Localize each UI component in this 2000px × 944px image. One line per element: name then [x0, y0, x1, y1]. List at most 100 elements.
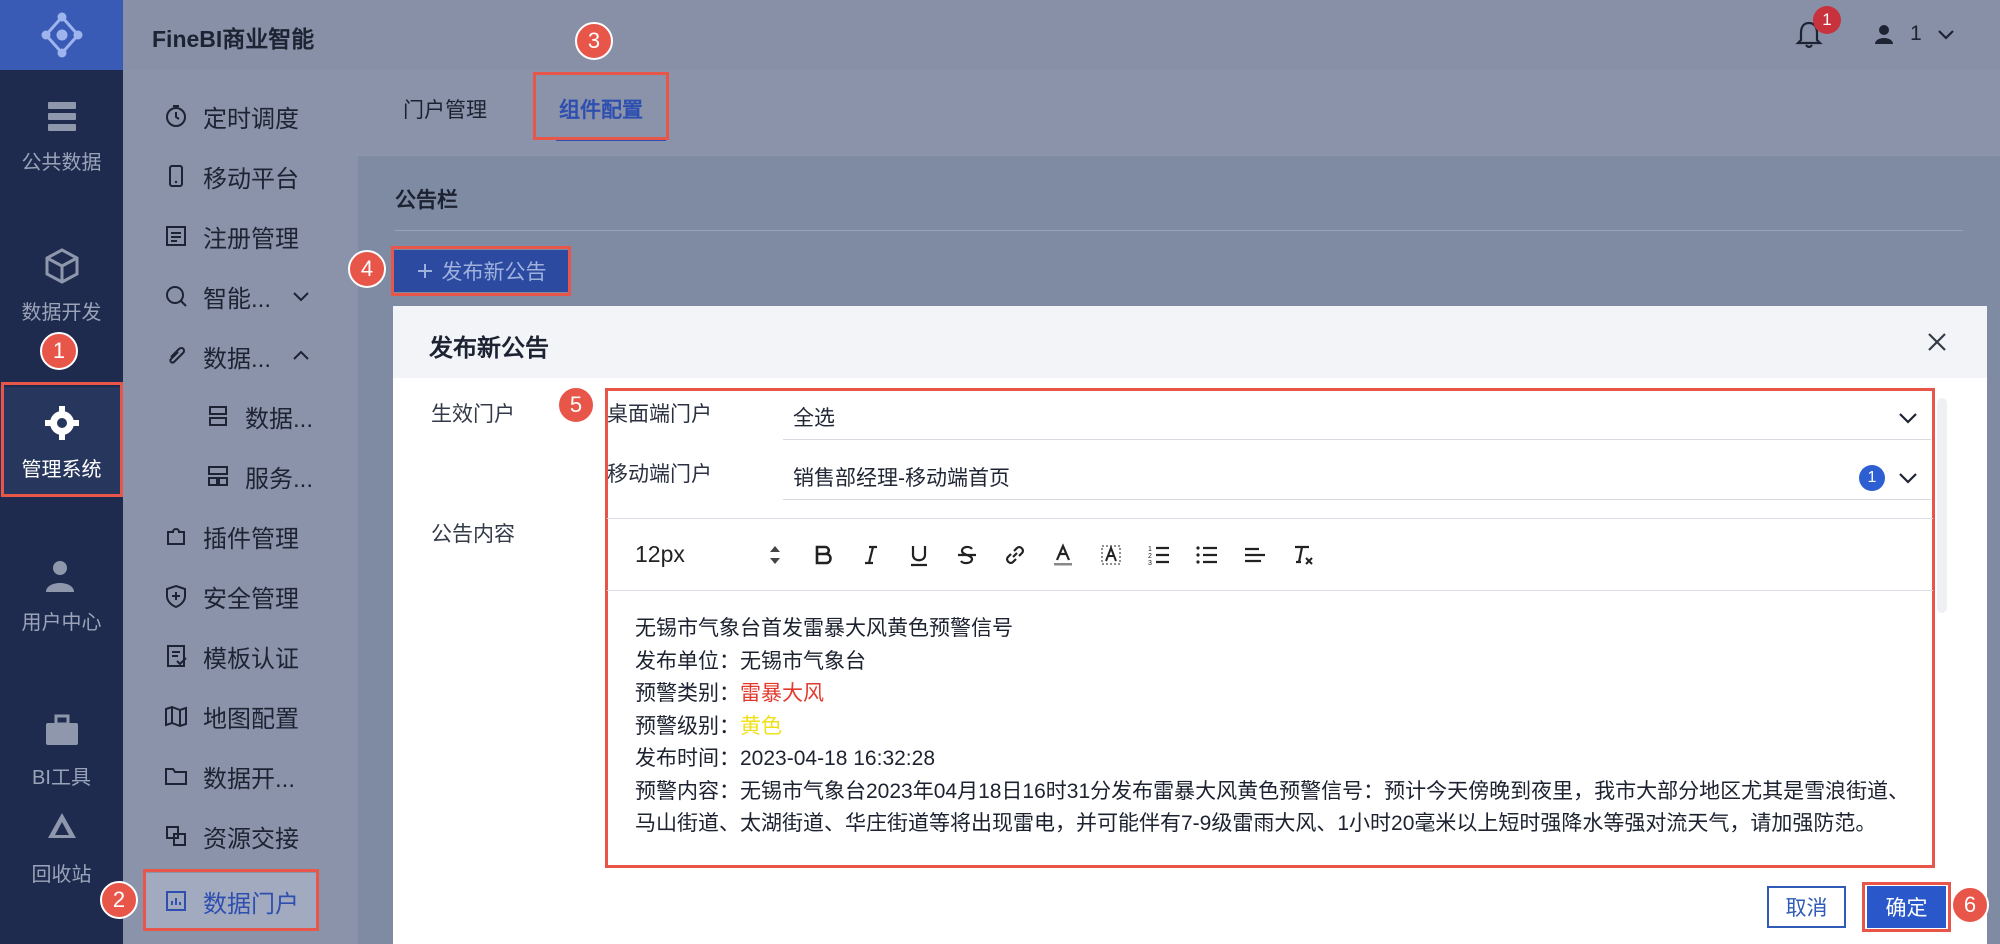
svg-text:1: 1 [1148, 546, 1152, 553]
callout-5: 5 [557, 386, 595, 424]
mobile-portal-select[interactable]: 销售部经理-移动端首页 1 [783, 454, 1931, 500]
sidebar-item-label: 模板认证 [203, 645, 299, 673]
form-scrollbar[interactable] [1937, 398, 1947, 613]
toolbox-icon [45, 714, 78, 745]
logo-icon [41, 12, 82, 58]
user-name: 1 [1910, 22, 1922, 45]
transfer-icon [166, 826, 186, 846]
rail-item-recycle[interactable]: 回收站 [0, 792, 123, 902]
unit-value: 无锡市气象台 [740, 649, 866, 673]
sidebar-item-label: 插件管理 [203, 525, 299, 553]
highlight-admin-system [1, 382, 123, 497]
level-label: 预警级别： [635, 714, 740, 738]
sidebar-item-data-open[interactable]: 数据开... [163, 756, 295, 796]
sidebar-item-mobile[interactable]: 移动平台 [163, 156, 299, 196]
sidebar-subitem-database[interactable]: 数据... [205, 396, 313, 436]
link-button[interactable] [999, 539, 1031, 571]
user-icon [45, 560, 74, 592]
sidebar [123, 70, 358, 944]
sidebar-item-template-cert[interactable]: 模板认证 [163, 636, 299, 676]
level-value: 黄色 [740, 714, 782, 738]
callout-3: 3 [575, 22, 613, 60]
sidebar-item-label: 服务... [245, 465, 314, 493]
strikethrough-button[interactable] [951, 539, 983, 571]
user-avatar-icon [1875, 25, 1893, 44]
type-value: 雷暴大风 [740, 682, 824, 705]
section-divider [395, 230, 1963, 231]
chevron-down-icon [293, 292, 309, 302]
clear-format-icon [1295, 545, 1313, 565]
font-size-stepper-icon[interactable] [767, 543, 783, 567]
italic-button[interactable] [855, 539, 887, 571]
time-label: 发布时间： [635, 747, 740, 770]
cancel-button[interactable]: 取消 [1767, 886, 1846, 928]
phone-icon [169, 165, 183, 187]
bullet-list-button[interactable] [1191, 539, 1223, 571]
app-title: FineBI商业智能 [152, 26, 315, 52]
effective-portal-label: 生效门户 [431, 403, 515, 426]
sidebar-item-label: 定时调度 [203, 105, 299, 133]
tab-portal-management[interactable]: 门户管理 [403, 94, 487, 124]
background-color-button[interactable] [1095, 539, 1127, 571]
sidebar-item-label: 安全管理 [203, 585, 299, 613]
link-icon [1006, 546, 1024, 564]
clear-format-button[interactable] [1287, 539, 1319, 571]
sidebar-item-resource-transfer[interactable]: 资源交接 [163, 816, 299, 856]
service-icon [208, 466, 228, 486]
detail-value: 无锡市气象台2023年04月18日16时31分发布雷暴大风黄色预警信号：预计今天… [635, 779, 1910, 836]
rail-item-public-data[interactable]: 公共数据 [0, 80, 123, 190]
font-color-button[interactable] [1047, 539, 1079, 571]
callout-4: 4 [348, 250, 386, 288]
sidebar-item-register[interactable]: 注册管理 [163, 216, 299, 256]
bold-button[interactable] [807, 539, 839, 571]
rail-item-label: 回收站 [31, 863, 92, 886]
sidebar-item-label: 智能... [203, 285, 272, 313]
sidebar-item-schedule[interactable]: 定时调度 [163, 96, 299, 136]
sidebar-subitem-service[interactable]: 服务... [205, 456, 313, 496]
rich-text-editor[interactable]: 12px 123 无锡市气象台首发雷暴大风黄色预警信号 发布单位：无锡市气象台 … [607, 518, 1933, 866]
editor-toolbar: 12px 123 [607, 519, 1933, 591]
dialog-title: 发布新公告 [429, 335, 549, 362]
underline-icon [911, 546, 927, 567]
bulletin-section-title: 公告栏 [395, 189, 458, 212]
font-size-value[interactable]: 12px [635, 541, 685, 568]
sidebar-item-map[interactable]: 地图配置 [163, 696, 299, 736]
italic-icon [865, 545, 877, 565]
rail-item-user-center[interactable]: 用户中心 [0, 540, 123, 650]
rail-item-label: 数据开发 [21, 301, 102, 324]
ordered-list-button[interactable]: 123 [1143, 539, 1175, 571]
callout-2: 2 [100, 881, 138, 919]
content-level-line: 预警级别：黄色 [635, 711, 1925, 744]
clip-icon [169, 346, 186, 364]
chevron-down-icon [1937, 30, 1954, 40]
sidebar-item-data-connect[interactable]: 数据... [163, 336, 311, 376]
rail-item-bi-tools[interactable]: BI工具 [0, 695, 123, 805]
highlight-publish-button [391, 246, 571, 296]
align-button[interactable] [1239, 539, 1271, 571]
cert-icon [167, 645, 187, 667]
type-label: 预警类别： [635, 682, 740, 705]
rail-item-label: 公共数据 [21, 151, 102, 174]
rail-item-data-dev[interactable]: 数据开发 [0, 230, 123, 340]
selected-count-badge: 1 [1859, 465, 1885, 491]
time-value: 2023-04-18 16:32:28 [740, 747, 935, 770]
underline-button[interactable] [903, 539, 935, 571]
sidebar-item-security[interactable]: 安全管理 [163, 576, 299, 616]
user-menu[interactable]: 1 [1872, 22, 1956, 46]
align-left-icon [1245, 547, 1265, 563]
close-icon[interactable] [1925, 330, 1949, 354]
app-logo[interactable] [0, 0, 123, 70]
desktop-portal-select[interactable]: 全选 [783, 394, 1931, 440]
unit-label: 发布单位： [635, 649, 740, 673]
content-time-line: 发布时间：2023-04-18 16:32:28 [635, 743, 1925, 776]
content-headline: 无锡市气象台首发雷暴大风黄色预警信号 [635, 617, 1013, 640]
sidebar-item-plugins[interactable]: 插件管理 [163, 516, 299, 556]
sidebar-item-smart[interactable]: 智能... [163, 276, 311, 316]
svg-text:2: 2 [1148, 553, 1152, 560]
callout-1: 1 [40, 332, 78, 370]
sidebar-item-label: 移动平台 [203, 165, 299, 193]
bulletin-content-body[interactable]: 无锡市气象台首发雷暴大风黄色预警信号 发布单位：无锡市气象台 预警类别：雷暴大风… [635, 613, 1925, 841]
sidebar-item-label: 资源交接 [203, 825, 299, 853]
sidebar-item-label: 注册管理 [203, 225, 299, 253]
sidebar-item-label: 数据... [245, 405, 314, 433]
